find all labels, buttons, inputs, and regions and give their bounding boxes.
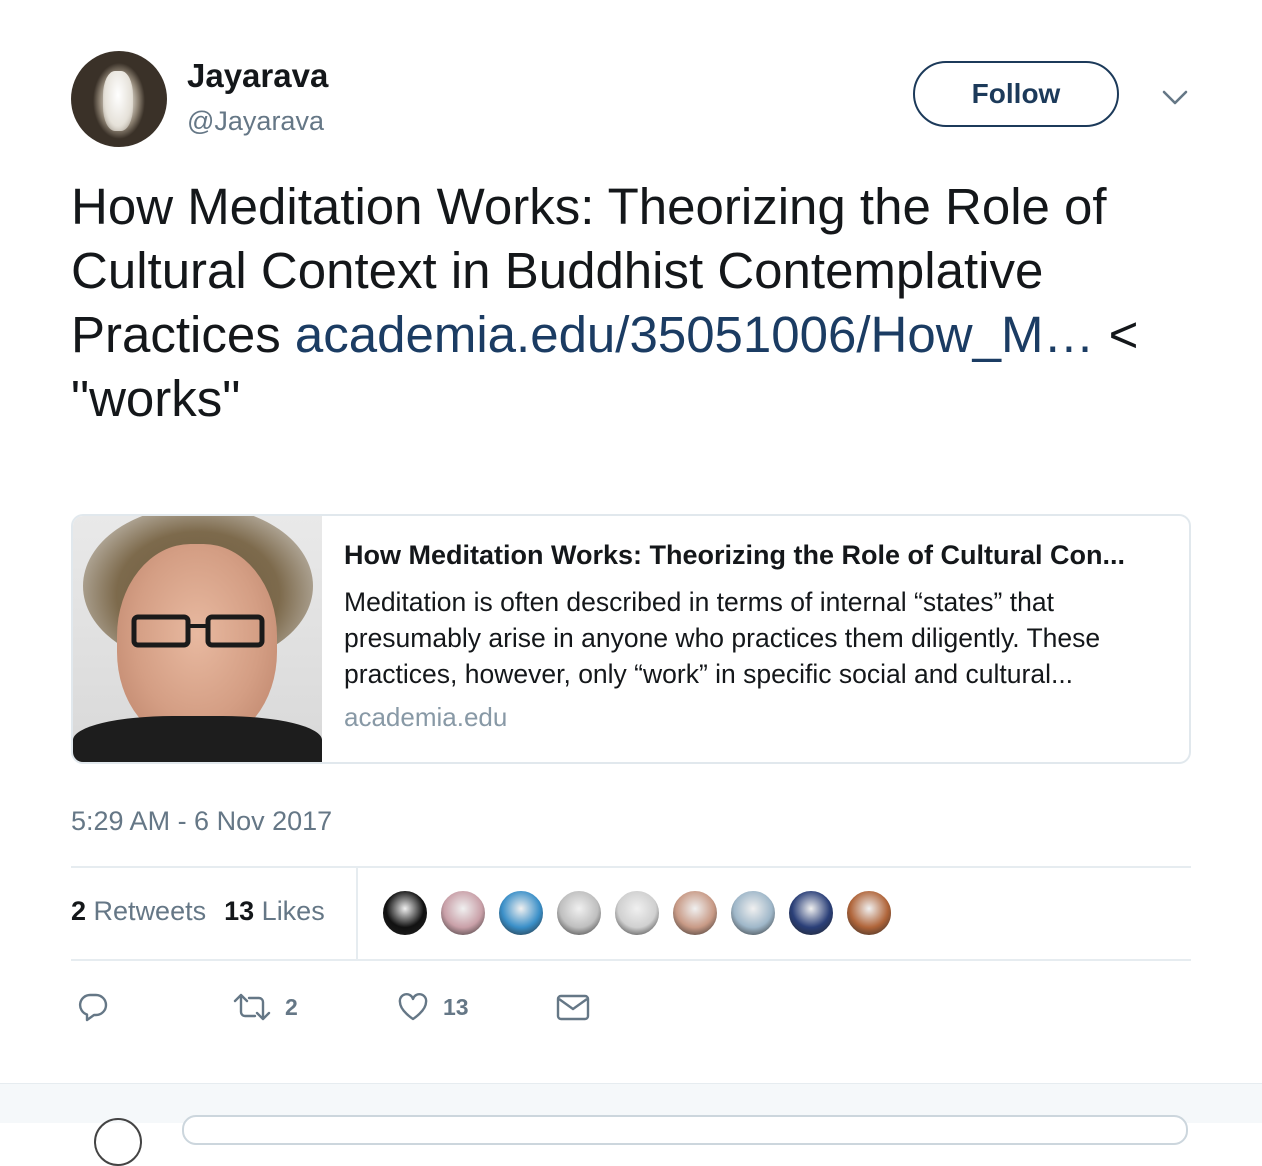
reply-button[interactable] [77,985,109,1029]
follow-button[interactable]: Follow [913,61,1119,127]
likes-stat[interactable]: 13 Likes [224,896,325,926]
blue-bearded-man-avatar[interactable] [497,889,545,937]
rusty-logo-avatar[interactable] [845,889,893,937]
heart-icon [398,992,428,1021]
retweets-label: Retweets [93,896,207,926]
retweet-count: 2 [285,993,298,1020]
retweet-icon [233,993,271,1021]
man-glasses-avatar[interactable] [613,889,661,937]
divider [71,866,1191,868]
retweets-count: 2 [71,896,87,926]
link-card[interactable]: How Meditation Works: Theorizing the Rol… [71,514,1191,764]
like-count: 13 [443,993,469,1020]
bust-statue-avatar[interactable] [555,889,603,937]
bald-man-avatar[interactable] [671,889,719,937]
author-handle[interactable]: @Jayarava [187,106,324,137]
pig-avatar[interactable] [439,889,487,937]
retweet-button[interactable]: 2 [233,985,298,1029]
tweet-link[interactable]: academia.edu/35051006/How_M… [295,306,1095,363]
like-button[interactable]: 13 [397,985,469,1029]
direct-message-button[interactable] [556,985,590,1029]
cat-eyes-ingroup-avatar[interactable] [381,889,429,937]
reply-icon [78,993,108,1022]
liker-avatars [381,889,903,937]
man-glasses-smiling-avatar[interactable] [729,889,777,937]
tweet-stats: 2 Retweets 13 Likes [71,896,325,927]
card-description: Meditation is often described in terms o… [344,587,1101,689]
likes-label: Likes [261,896,325,926]
likes-count: 13 [224,896,255,926]
card-thumbnail [73,516,322,762]
card-domain: academia.edu [344,702,508,732]
card-title: How Meditation Works: Theorizing the Rol… [344,540,1125,570]
retweets-stat[interactable]: 2 Retweets [71,896,206,926]
tweet-actions: 2 13 [71,985,671,1029]
reply-input[interactable] [182,1115,1188,1145]
divider [71,959,1191,961]
stats-divider [356,868,358,960]
tweet-timestamp[interactable]: 5:29 AM - 6 Nov 2017 [71,806,332,837]
blue-mandala-avatar[interactable] [787,889,835,937]
current-user-avatar [94,1118,142,1166]
tweet-text: How Meditation Works: Theorizing the Rol… [71,175,1201,431]
envelope-icon [556,994,590,1021]
chevron-down-icon[interactable] [1160,86,1190,108]
author-name[interactable]: Jayarava [187,57,328,95]
author-avatar[interactable] [71,51,167,147]
